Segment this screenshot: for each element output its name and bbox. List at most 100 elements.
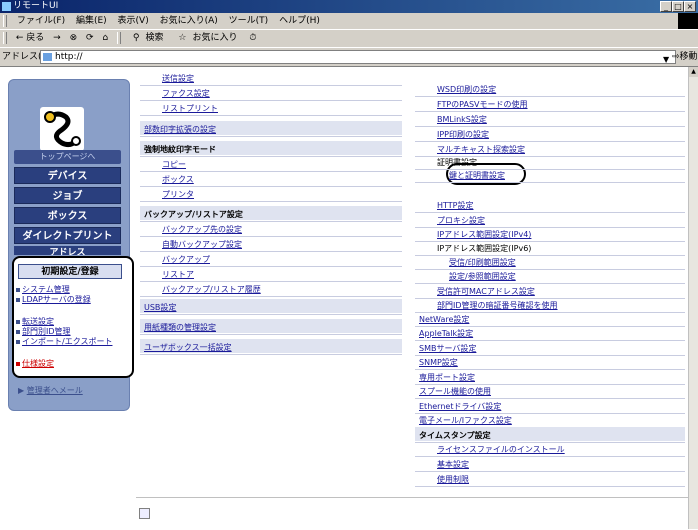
menu-help[interactable]: ヘルプ(H) xyxy=(279,16,320,26)
settings-link[interactable]: ユーザボックス一括設定 xyxy=(144,342,232,353)
settings-link[interactable]: 用紙種類の管理設定 xyxy=(144,322,216,333)
section-band xyxy=(140,299,402,313)
section-heading: 強制地紋印字モード xyxy=(144,145,216,154)
nav-box-button[interactable]: ボックス xyxy=(14,207,121,224)
settings-link[interactable]: バックアップ/リストア履歴 xyxy=(162,284,261,295)
section-heading: タイムスタンプ設定 xyxy=(419,431,491,440)
settings-link[interactable]: ボックス xyxy=(162,174,194,185)
settings-link[interactable]: BMLinkS設定 xyxy=(437,114,487,125)
settings-link[interactable]: FTPのPASVモードの使用 xyxy=(437,99,528,110)
bullet-icon xyxy=(16,361,20,366)
settings-link[interactable]: WSD印刷の設定 xyxy=(437,84,496,95)
settings-link[interactable]: 受信/印刷範囲設定 xyxy=(449,257,516,268)
address-input[interactable]: http:// xyxy=(40,50,676,64)
nav-device-button[interactable]: デバイス xyxy=(14,167,121,184)
settings-link[interactable]: 受信許可MACアドレス設定 xyxy=(437,286,535,297)
submenu-item-import-export[interactable]: インポート/エクスポート xyxy=(16,338,116,346)
settings-link[interactable]: NetWare設定 xyxy=(419,314,469,325)
settings-link[interactable]: 専用ポート設定 xyxy=(419,372,475,383)
submenu-item-ldap[interactable]: LDAPサーバの登録 xyxy=(16,296,122,304)
settings-link[interactable]: ライセンスファイルのインストール xyxy=(437,444,565,455)
settings-submenu-title[interactable]: 初期設定/登録 xyxy=(18,264,122,279)
settings-link[interactable]: Ethernetドライバ設定 xyxy=(419,401,501,412)
settings-link[interactable]: USB設定 xyxy=(144,302,176,313)
frame-icon xyxy=(139,508,150,519)
row-separator xyxy=(415,269,685,270)
search-button[interactable]: ⚲ 検索 xyxy=(130,33,167,43)
settings-link[interactable]: バックアップ xyxy=(162,254,210,265)
submenu-label: 部門別ID管理 xyxy=(22,327,71,336)
settings-link[interactable]: 設定/参照範囲設定 xyxy=(449,271,516,282)
admin-mail-link[interactable]: ▶ 管理者へメール xyxy=(18,385,83,396)
settings-link[interactable]: IPアドレス範囲設定(IPv4) xyxy=(437,229,531,240)
section-heading: バックアップ/リストア設定 xyxy=(144,210,243,219)
submenu-item-department-id[interactable]: 部門別ID管理 xyxy=(16,328,126,336)
menu-favorites[interactable]: お気に入り(A) xyxy=(160,16,218,26)
row-separator xyxy=(415,471,685,472)
top-page-button[interactable]: トップページへ xyxy=(14,150,121,164)
go-button[interactable]: ⇨移動 xyxy=(672,48,698,66)
stop-icon[interactable]: ⊗ xyxy=(70,33,78,43)
row-separator xyxy=(415,212,685,213)
settings-link[interactable]: リストア xyxy=(162,269,194,280)
menu-bar: ファイル(F) 編集(E) 表示(V) お気に入り(A) ツール(T) ヘルプ(… xyxy=(0,13,698,30)
settings-link[interactable]: SNMP設定 xyxy=(419,357,458,368)
submenu-item-spec-settings[interactable]: 仕様設定 xyxy=(16,360,126,368)
menu-file[interactable]: ファイル(F) xyxy=(17,16,65,26)
settings-link[interactable]: IPP印刷の設定 xyxy=(437,129,489,140)
row-separator xyxy=(140,314,402,315)
settings-link[interactable]: AppleTalk設定 xyxy=(419,328,473,339)
settings-link[interactable]: 鍵と証明書設定 xyxy=(449,170,505,181)
menu-tools[interactable]: ツール(T) xyxy=(229,16,269,26)
settings-link[interactable]: プロキシ設定 xyxy=(437,215,485,226)
settings-link[interactable]: 使用制限 xyxy=(437,474,469,485)
menu-view[interactable]: 表示(V) xyxy=(118,16,149,26)
favorites-button[interactable]: ☆ お気に入り xyxy=(175,33,240,43)
nav-address-button[interactable]: アドレス xyxy=(14,246,121,255)
submenu-item-system[interactable]: システム管理 xyxy=(16,286,126,294)
settings-link[interactable]: 部数印字拡張の設定 xyxy=(144,124,216,135)
settings-link[interactable]: 部門ID管理の暗証番号確認を使用 xyxy=(437,300,558,311)
submenu-item-transfer[interactable]: 転送設定 xyxy=(16,318,126,326)
history-icon[interactable]: ⏱ xyxy=(249,33,256,43)
settings-link[interactable]: バックアップ先の設定 xyxy=(162,224,242,235)
row-separator xyxy=(415,413,685,414)
row-separator xyxy=(415,227,685,228)
close-button[interactable]: × xyxy=(684,1,696,12)
minimize-button[interactable]: _ xyxy=(660,1,672,12)
nav-direct-print-button[interactable]: ダイレクトプリント xyxy=(14,227,121,244)
maximize-button[interactable]: □ xyxy=(672,1,684,12)
row-separator xyxy=(140,115,402,116)
settings-link[interactable]: 自動バックアップ設定 xyxy=(162,239,242,250)
menu-edit[interactable]: 編集(E) xyxy=(76,16,107,26)
back-button[interactable]: ← 戻る xyxy=(16,33,44,43)
settings-link[interactable]: プリンタ xyxy=(162,189,194,200)
forward-button[interactable]: → xyxy=(53,33,61,43)
settings-link[interactable]: マルチキャスト探索設定 xyxy=(437,144,525,155)
favorites-icon: ☆ xyxy=(178,33,187,43)
row-separator xyxy=(415,355,685,356)
settings-link[interactable]: コピー xyxy=(162,159,186,170)
settings-link[interactable]: ファクス設定 xyxy=(162,88,210,99)
nav-job-button[interactable]: ジョブ xyxy=(14,187,121,204)
settings-link[interactable]: HTTP設定 xyxy=(437,200,473,211)
bullet-icon xyxy=(16,287,20,292)
toolbar: ← 戻る → ⊗ ⟳ ⌂ ⚲ 検索 ☆ お気に入り ⏱ xyxy=(0,30,698,48)
search-label: 検索 xyxy=(145,33,164,43)
vertical-scrollbar[interactable]: ▲ xyxy=(688,67,698,529)
toolbar-grip xyxy=(117,31,122,44)
row-separator xyxy=(415,340,685,341)
favorites-label: お気に入り xyxy=(192,33,238,43)
row-separator xyxy=(140,171,402,172)
settings-link[interactable]: 基本設定 xyxy=(437,459,469,470)
settings-link[interactable]: リストプリント xyxy=(162,103,218,114)
refresh-icon[interactable]: ⟳ xyxy=(86,33,94,43)
settings-link[interactable]: 電子メール/Iファクス設定 xyxy=(419,415,512,426)
settings-link[interactable]: スプール機能の使用 xyxy=(419,386,491,397)
address-bar: アドレス(D) http:// ▼ ⇨移動 xyxy=(0,48,698,67)
settings-link[interactable]: SMBサーバ設定 xyxy=(419,343,476,354)
row-separator xyxy=(415,96,685,97)
home-icon[interactable]: ⌂ xyxy=(102,33,108,43)
scroll-up-icon[interactable]: ▲ xyxy=(689,67,698,77)
settings-link[interactable]: 送信設定 xyxy=(162,73,194,84)
